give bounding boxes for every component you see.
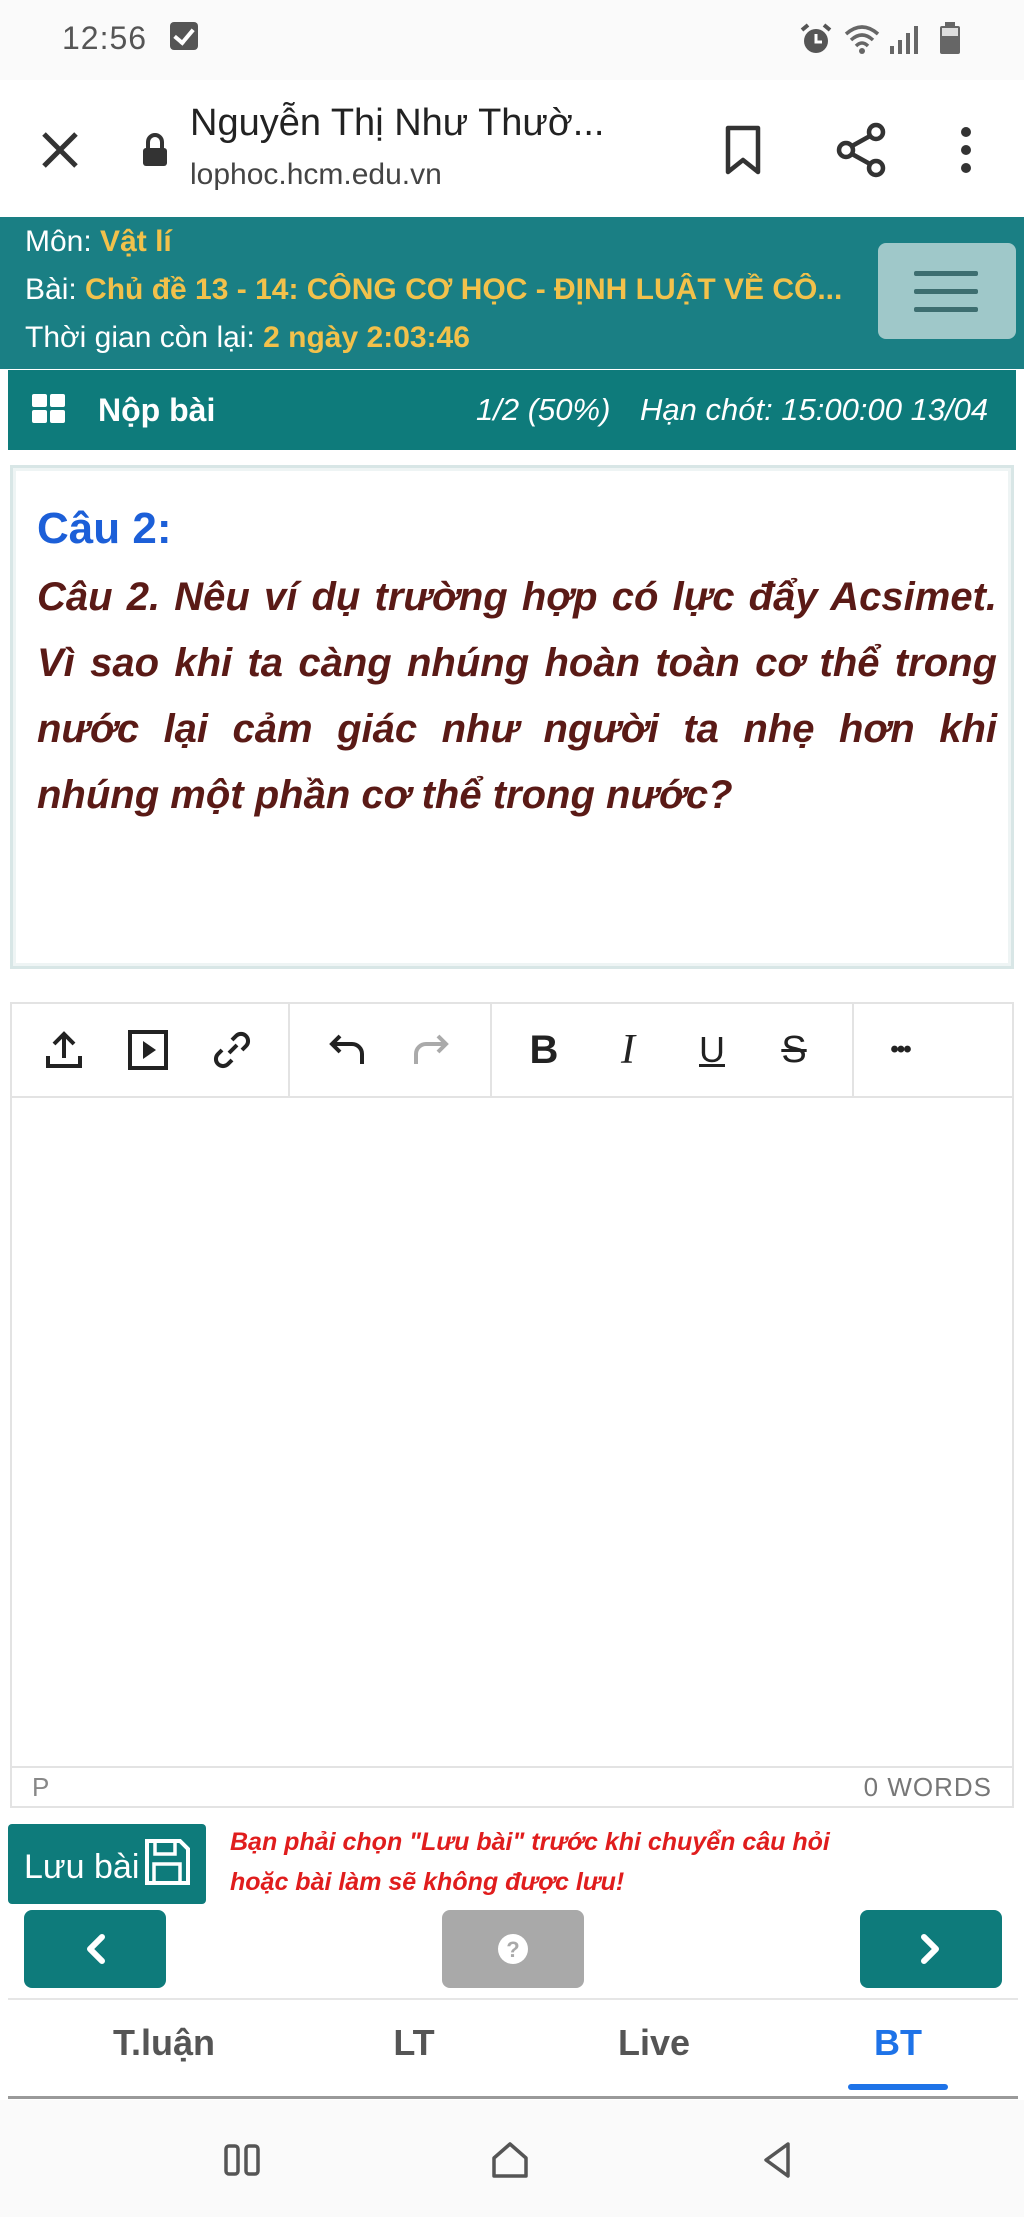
- menu-bar-icon: [914, 271, 978, 276]
- bookmark-icon[interactable]: [718, 120, 768, 180]
- insert-media-button[interactable]: [122, 1024, 174, 1076]
- save-warning: Bạn phải chọn "Lưu bài" trước khi chuyển…: [230, 1822, 830, 1902]
- page-url[interactable]: lophoc.hcm.edu.vn: [190, 158, 442, 192]
- answer-editor[interactable]: [10, 1098, 1014, 1766]
- subject-value: Vật lí: [100, 225, 172, 258]
- submit-bar: Nộp bài 1/2 (50%) Hạn chót: 15:00:00 13/…: [8, 370, 1016, 450]
- strikethrough-button[interactable]: S: [768, 1024, 820, 1076]
- help-glyph: ?: [506, 1937, 519, 1962]
- format-group: B I U S: [490, 1004, 854, 1096]
- save-label: Lưu bài: [24, 1848, 140, 1886]
- clock: 12:56: [62, 20, 148, 56]
- page-title: Nguyễn Thị Như Thườ...: [190, 102, 605, 144]
- tab-tluan[interactable]: T.luận: [84, 2022, 244, 2064]
- browser-toolbar: Nguyễn Thị Như Thườ... lophoc.hcm.edu.vn: [0, 80, 1024, 215]
- recent-apps-icon[interactable]: [222, 2140, 262, 2180]
- lesson-info-header: Môn: Vật lí Bài: Chủ đề 13 - 14: CÔNG CƠ…: [0, 217, 1024, 369]
- lock-icon: [143, 133, 167, 166]
- editor-statusbar: P 0 WORDS: [10, 1766, 1014, 1808]
- deadline-text: Hạn chót: 15:00:00 13/04: [640, 392, 989, 427]
- bold-button[interactable]: B: [518, 1024, 570, 1076]
- question-heading: Câu 2:: [37, 504, 172, 553]
- help-circle-icon: ?: [498, 1934, 528, 1964]
- subject-label: Môn:: [25, 225, 92, 258]
- checkbox-notification-icon: [170, 22, 198, 50]
- floppy-disk-icon: [145, 1839, 190, 1885]
- grid-icon[interactable]: [32, 394, 66, 424]
- signal-icon: [890, 26, 918, 54]
- redo-icon: [414, 1034, 449, 1064]
- lesson-label: Bài:: [25, 273, 77, 306]
- question-text: Câu 2. Nêu ví dụ trường hợp có lực đẩy A…: [37, 575, 997, 817]
- lesson-line: Bài: Chủ đề 13 - 14: CÔNG CƠ HỌC - ĐỊNH …: [25, 273, 865, 307]
- chevron-right-icon: [921, 1934, 939, 1964]
- underline-button[interactable]: U: [686, 1024, 738, 1076]
- link-icon: [213, 1031, 251, 1069]
- subject-line: Môn: Vật lí: [25, 225, 172, 259]
- tab-live[interactable]: Live: [574, 2022, 734, 2064]
- upload-icon: [46, 1031, 82, 1068]
- history-group: [288, 1004, 492, 1096]
- home-icon[interactable]: [488, 2138, 532, 2182]
- system-navigation-bar: [0, 2100, 1024, 2217]
- time-remaining-line: Thời gian còn lại: 2 ngày 2:03:46: [25, 321, 470, 355]
- close-icon[interactable]: [32, 122, 88, 178]
- save-warning-line1: Bạn phải chọn "Lưu bài" trước khi chuyển…: [230, 1828, 830, 1856]
- previous-question-button[interactable]: [24, 1910, 166, 1988]
- menu-bar-icon: [914, 307, 978, 312]
- save-warning-line2: hoặc bài làm sẽ không được lưu!: [230, 1868, 625, 1896]
- alarm-icon: [800, 23, 832, 53]
- tab-bt[interactable]: BT: [818, 2022, 978, 2064]
- bottom-tab-bar: T.luận LT Live BT: [8, 1998, 1018, 2099]
- time-remaining-value: 2 ngày 2:03:46: [263, 321, 470, 354]
- lesson-value: Chủ đề 13 - 14: CÔNG CƠ HỌC - ĐỊNH LUẬT …: [85, 273, 843, 306]
- active-tab-indicator: [848, 2084, 948, 2090]
- hamburger-menu-button[interactable]: [878, 243, 1016, 339]
- menu-bar-icon: [914, 289, 978, 294]
- question-card: Câu 2: Câu 2. Nêu ví dụ trường hợp có lự…: [10, 465, 1014, 969]
- more-options-button[interactable]: •••: [874, 1024, 926, 1076]
- chevron-left-icon: [87, 1934, 105, 1964]
- status-bar: 12:56: [0, 0, 1024, 80]
- undo-icon: [329, 1034, 364, 1064]
- wifi-icon: [844, 25, 880, 54]
- back-icon[interactable]: [756, 2138, 800, 2182]
- save-button[interactable]: Lưu bài: [8, 1824, 206, 1904]
- tab-lt[interactable]: LT: [334, 2022, 494, 2064]
- time-remaining-label: Thời gian còn lại:: [25, 321, 255, 354]
- video-icon: [128, 1030, 168, 1070]
- submit-button[interactable]: Nộp bài: [98, 392, 215, 429]
- battery-icon: [940, 22, 960, 54]
- italic-button[interactable]: I: [602, 1024, 654, 1076]
- insert-link-button[interactable]: [206, 1024, 258, 1076]
- progress-text: 1/2 (50%): [476, 392, 611, 427]
- redo-button[interactable]: [404, 1024, 456, 1076]
- undo-button[interactable]: [322, 1024, 374, 1076]
- more-vert-icon[interactable]: [948, 120, 984, 180]
- element-path: P: [32, 1772, 50, 1802]
- help-button[interactable]: ?: [442, 1910, 584, 1988]
- editor-toolbar: B I U S •••: [10, 1002, 1014, 1098]
- next-question-button[interactable]: [860, 1910, 1002, 1988]
- upload-button[interactable]: [38, 1024, 90, 1076]
- word-count: 0 WORDS: [863, 1772, 992, 1802]
- share-icon[interactable]: [832, 120, 892, 180]
- insert-group: [12, 1004, 290, 1096]
